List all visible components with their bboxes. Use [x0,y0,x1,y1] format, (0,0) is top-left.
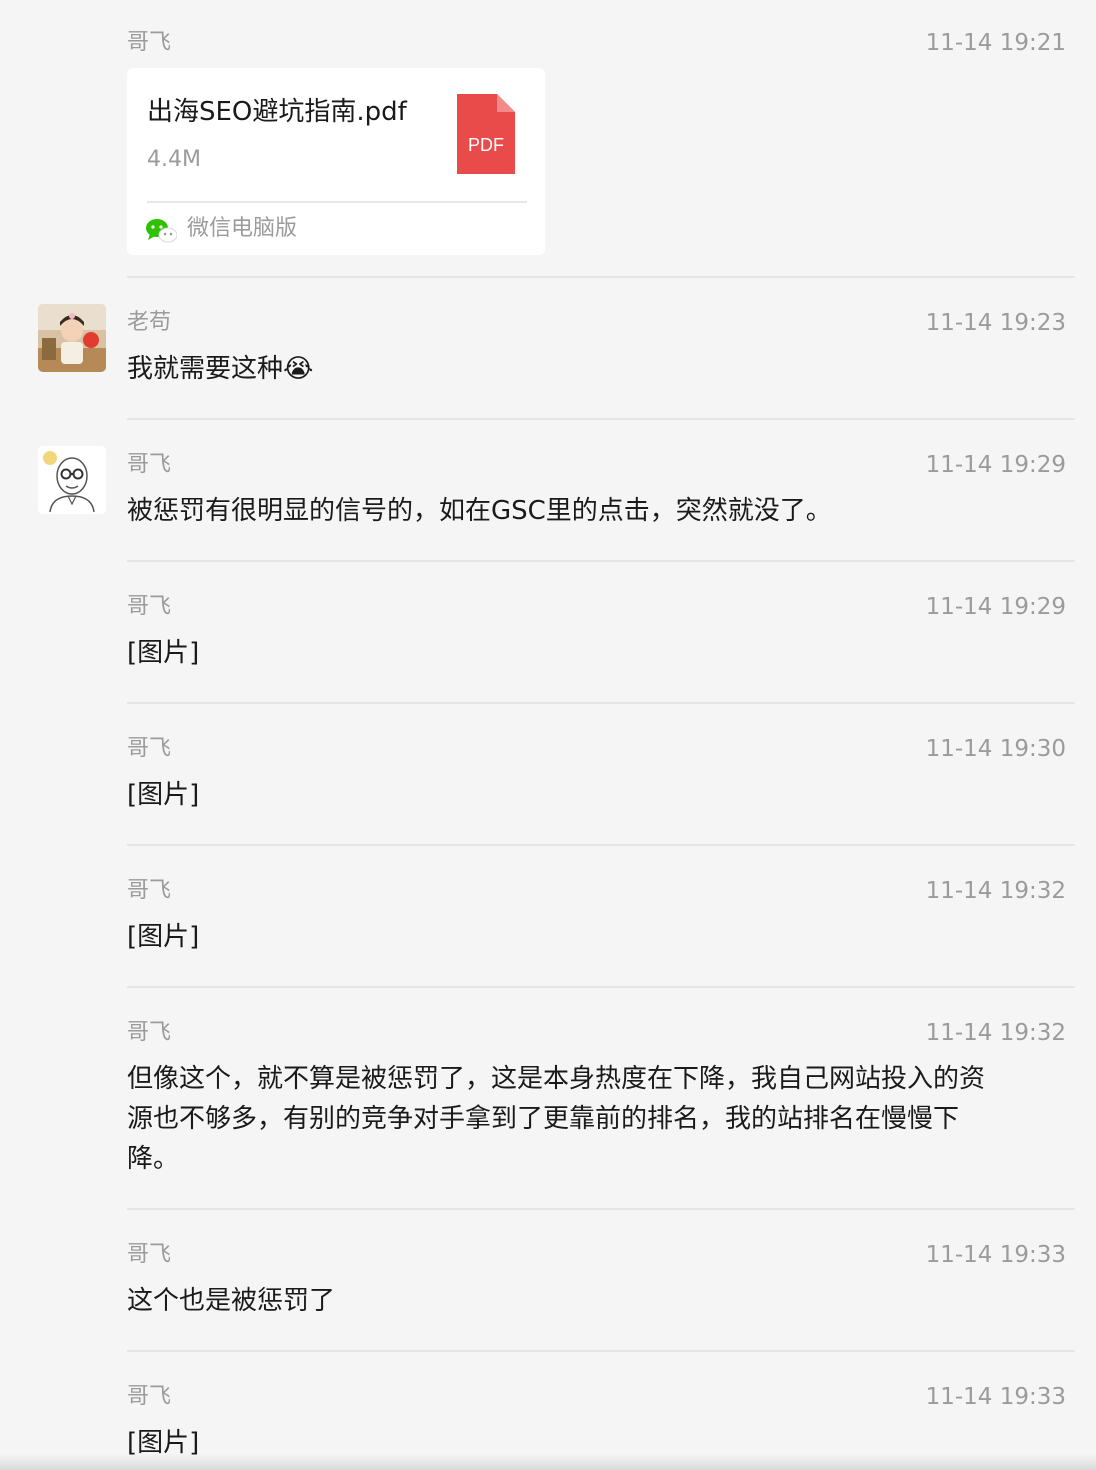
message-separator [127,702,1075,704]
message-time: 11-14 19:33 [925,1242,1066,1268]
message-text-line: 源也不够多，有别的竞争对手拿到了更靠前的排名，我的站排名在慢慢下 [127,1104,960,1134]
message-separator [127,418,1075,420]
message-text: 被惩罚有很明显的信号的，如在GSC里的点击，突然就没了。 [127,496,832,526]
avatar[interactable] [38,304,106,372]
file-size: 4.4M [147,147,201,172]
message-separator [127,844,1075,846]
message-separator [127,560,1075,562]
message-separator [127,1350,1075,1352]
sender-name: 哥飞 [127,452,172,477]
pdf-icon-label: PDF [468,135,504,155]
wechat-icon [146,219,177,243]
sender-name: 哥飞 [127,736,172,761]
file-name: 出海SEO避坑指南.pdf [147,97,407,127]
message-time: 11-14 19:29 [925,594,1066,620]
message-text: 但像这个，就不算是被惩罚了，这是本身热度在下降，我自己网站投入的资 源也不够多，… [127,1059,1057,1179]
image-placeholder[interactable]: [图片] [127,917,1057,957]
sender-name: 哥飞 [127,1384,172,1409]
file-source-label: 微信电脑版 [187,216,298,241]
message-time: 11-14 19:30 [925,736,1066,762]
bottom-edge-shadow [0,1454,1096,1470]
message-time: 11-14 19:23 [925,310,1066,336]
sender-name: 哥飞 [127,1242,172,1267]
sender-name: 哥飞 [127,30,172,55]
sender-name: 哥飞 [127,1020,172,1045]
sender-name: 老苟 [127,310,172,335]
file-card[interactable]: 出海SEO避坑指南.pdf 4.4M PDF 微信电脑版 [127,68,545,255]
file-card-divider [147,201,527,203]
message-time: 11-14 19:32 [925,878,1066,904]
image-placeholder[interactable]: [图片] [127,775,1057,815]
message-time: 11-14 19:21 [925,30,1066,56]
avatar[interactable] [38,446,106,514]
message-text-line: 降。 [127,1144,180,1174]
avatar-drawing [38,446,106,514]
message-separator [127,986,1075,988]
message-separator [127,1208,1075,1210]
avatar-photo [38,304,106,372]
image-placeholder[interactable]: [图片] [127,633,1057,673]
sender-name: 哥飞 [127,878,172,903]
message-separator [127,276,1075,278]
sender-name: 哥飞 [127,594,172,619]
message-time: 11-14 19:33 [925,1384,1066,1410]
pdf-file-icon: PDF [457,94,515,174]
message-text-line: 但像这个，就不算是被惩罚了，这是本身热度在下降，我自己网站投入的资 [127,1064,986,1094]
message-text: 这个也是被惩罚了 [127,1286,336,1316]
message-time: 11-14 19:29 [925,452,1066,478]
message-time: 11-14 19:32 [925,1020,1066,1046]
message-text: 我就需要这种😭 [127,354,314,384]
